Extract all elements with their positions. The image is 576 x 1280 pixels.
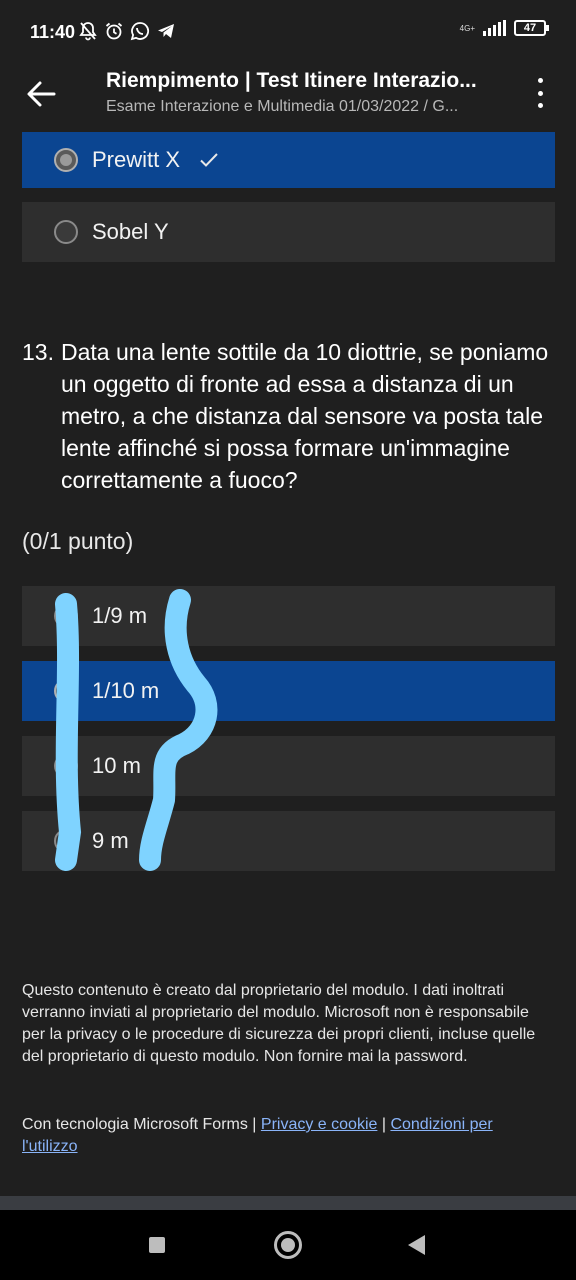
network-indicator: 4G+ (459, 23, 475, 33)
choice-label: Prewitt X (92, 147, 181, 172)
radio-icon[interactable] (54, 220, 78, 244)
form-content: Prewitt X Sobel Y 13. Data una lente sot… (0, 132, 576, 1196)
page-subtitle: Esame Interazione e Multimedia 01/03/202… (106, 98, 459, 115)
choice-label: 1/9 m (92, 603, 148, 628)
question-points: (0/1 punto) (22, 528, 134, 554)
choice-sobel-y[interactable]: Sobel Y (22, 202, 555, 262)
question-13: 13. Data una lente sottile da 10 diottri… (22, 336, 552, 496)
choice-prewitt-x[interactable]: Prewitt X (22, 132, 555, 188)
radio-checked-icon[interactable] (54, 679, 78, 703)
powered-by: Con tecnologia Microsoft Forms | Privacy… (22, 1114, 552, 1158)
question-text: Data una lente sottile da 10 diottrie, s… (61, 339, 549, 493)
privacy-link[interactable]: Privacy e cookie (261, 1116, 378, 1133)
telegram-icon (158, 24, 174, 38)
question-number: 13. (22, 339, 54, 365)
radio-icon[interactable] (54, 754, 78, 778)
back-arrow-icon[interactable] (22, 74, 62, 114)
correct-check-icon (200, 153, 218, 167)
home-icon[interactable] (274, 1231, 302, 1259)
choice-9-m[interactable]: 9 m (22, 811, 555, 871)
whatsapp-icon (130, 22, 149, 41)
recents-icon[interactable] (149, 1237, 165, 1253)
radio-checked-icon[interactable] (54, 148, 78, 172)
disclaimer-text: Questo contenuto è creato dal proprietar… (22, 982, 536, 1065)
battery-icon: 47 (514, 20, 549, 36)
more-options-icon[interactable] (532, 78, 548, 108)
choice-label: 10 m (92, 753, 141, 778)
choice-1-9-m[interactable]: 1/9 m (22, 586, 555, 646)
choice-label: 1/10 m (92, 678, 160, 703)
status-time: 11:40 (30, 22, 76, 42)
system-nav-bar (0, 1210, 576, 1280)
signal-icon (483, 20, 506, 36)
radio-icon[interactable] (54, 829, 78, 853)
status-icons (78, 21, 176, 41)
status-bar: 11:40 4G+ 47 (0, 0, 576, 62)
page-title: Riempimento | Test Itinere Interazio... (106, 69, 477, 92)
bell-off-icon (79, 22, 97, 41)
bottom-divider (0, 1196, 576, 1210)
alarm-icon (105, 22, 123, 40)
choice-10-m[interactable]: 10 m (22, 736, 555, 796)
status-right: 4G+ 47 (459, 20, 549, 36)
choice-1-10-m[interactable]: 1/10 m (22, 661, 555, 721)
back-nav-icon[interactable] (408, 1235, 425, 1255)
choice-label: 9 m (92, 828, 129, 853)
powered-by-text: Con tecnologia Microsoft Forms | (22, 1116, 261, 1133)
link-separator: | (377, 1116, 391, 1133)
radio-icon[interactable] (54, 604, 78, 628)
choice-label: Sobel Y (92, 219, 169, 244)
app-header: Riempimento | Test Itinere Interazio... … (0, 62, 576, 132)
